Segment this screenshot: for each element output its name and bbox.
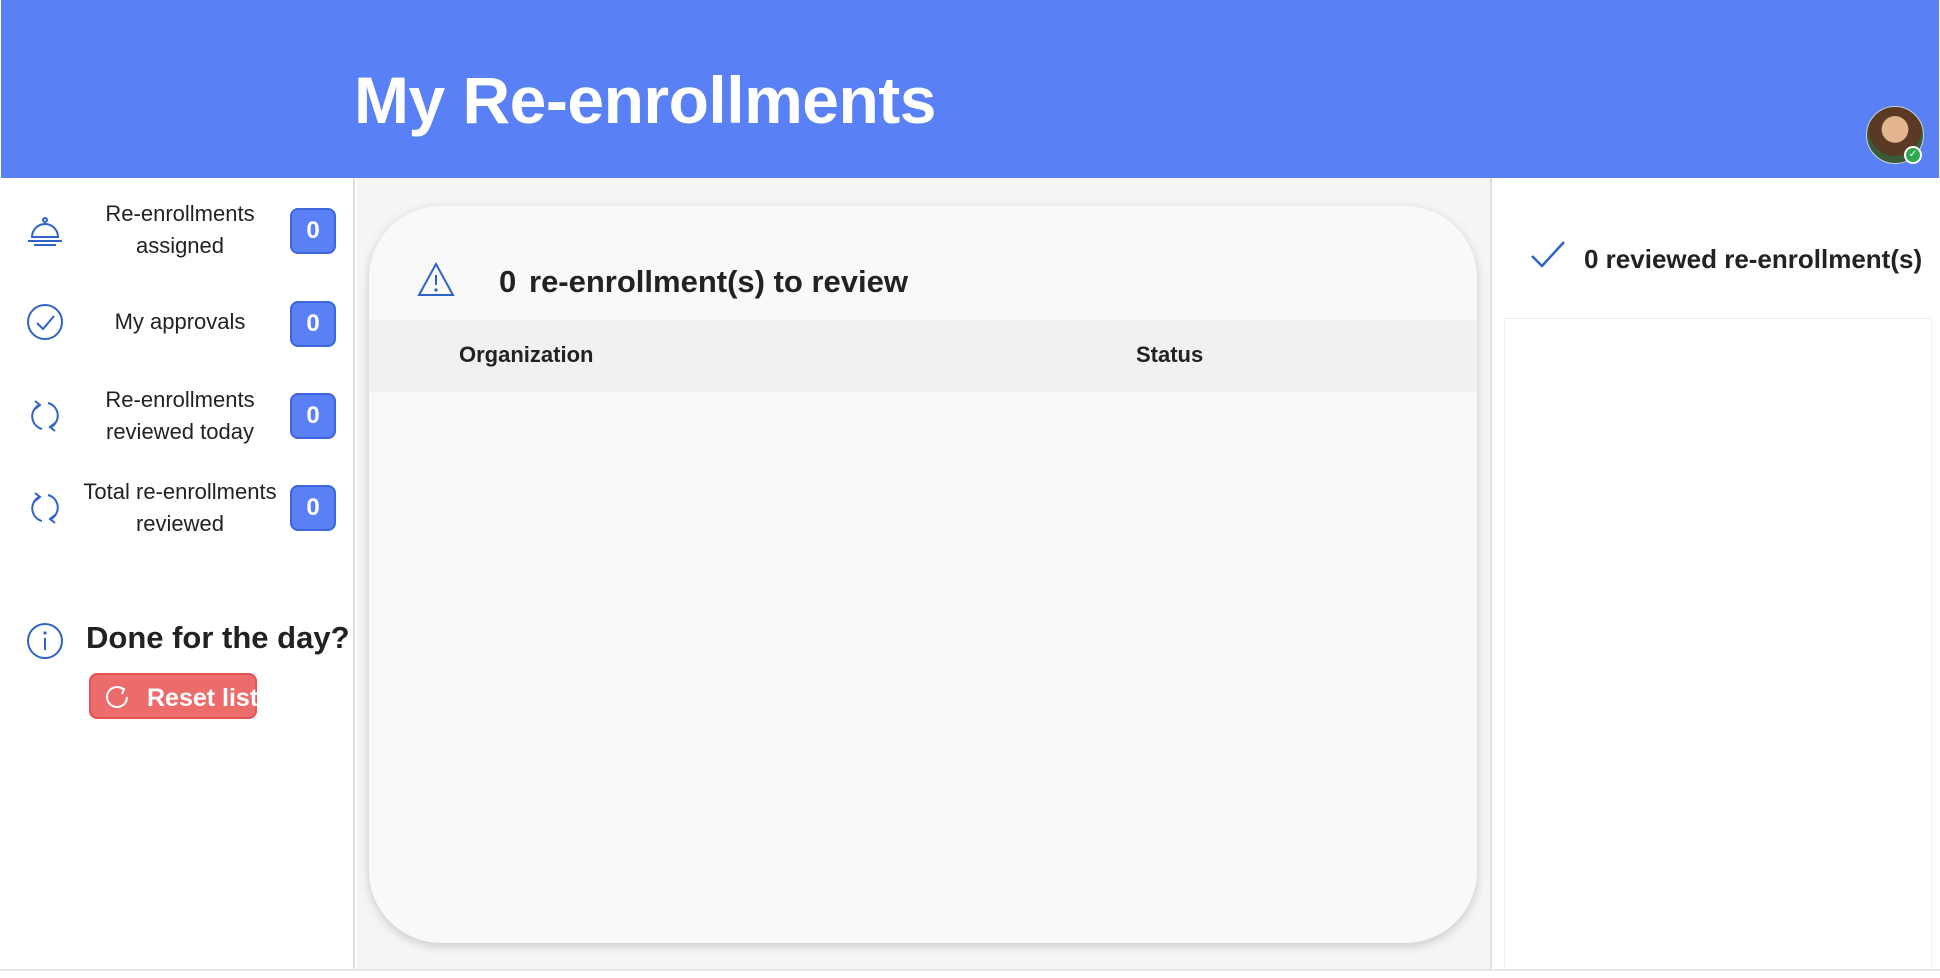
stat-count-badge: 0 [290, 393, 336, 439]
info-icon [27, 623, 63, 659]
stat-label: My approvals [114, 309, 246, 334]
reset-icon [106, 686, 128, 708]
stat-count-badge: 0 [290, 485, 336, 531]
stat-count-badge: 0 [290, 208, 336, 254]
reviewed-panel-title: 0 reviewed re-enrollment(s) [1584, 244, 1923, 274]
stat-my-approvals: My approvals 0 [1, 284, 355, 364]
done-for-day-heading: Done for the day? [86, 620, 350, 655]
stat-count-badge: 0 [290, 301, 336, 347]
online-status-icon: ✓ [1904, 146, 1922, 164]
stat-reviewed-today: Re-enrollments reviewed today 0 [1, 376, 355, 456]
bell-icon [28, 217, 62, 246]
reviewed-list [1504, 318, 1932, 969]
stat-label: Re-enrollments assigned [105, 201, 255, 258]
header-bar [1, 0, 1939, 178]
stat-label: Total re-enrollments reviewed [83, 479, 277, 536]
column-header-organization[interactable]: Organization [459, 342, 593, 368]
page-title: My Re-enrollments [354, 63, 936, 137]
main-content: 0 re-enrollment(s) to review Organizatio… [357, 178, 1490, 969]
review-card-title: re-enrollment(s) to review [529, 264, 908, 299]
warning-icon [417, 261, 455, 296]
stat-label: Re-enrollments reviewed today [105, 387, 255, 444]
checkmark-icon [1531, 241, 1565, 268]
reviewed-panel: 0 reviewed re-enrollment(s) [1490, 178, 1939, 969]
column-header-status[interactable]: Status [1136, 342, 1203, 368]
stats-sidebar: Re-enrollments assigned 0 My approvals 0… [1, 178, 355, 969]
stat-reenrollments-assigned: Re-enrollments assigned 0 [1, 191, 355, 271]
reset-list-button[interactable]: Reset list [89, 673, 259, 719]
table-header: Organization Status [369, 320, 1477, 392]
review-count: 0 [499, 264, 517, 299]
review-card: 0 re-enrollment(s) to review Organizatio… [369, 206, 1477, 943]
footer-divider [0, 969, 1940, 971]
refresh-icon [31, 492, 59, 524]
check-circle-icon [27, 304, 63, 340]
reset-list-label: Reset list [147, 684, 259, 712]
refresh-icon [31, 400, 59, 432]
stat-total-reviewed: Total re-enrollments reviewed 0 [1, 468, 355, 548]
